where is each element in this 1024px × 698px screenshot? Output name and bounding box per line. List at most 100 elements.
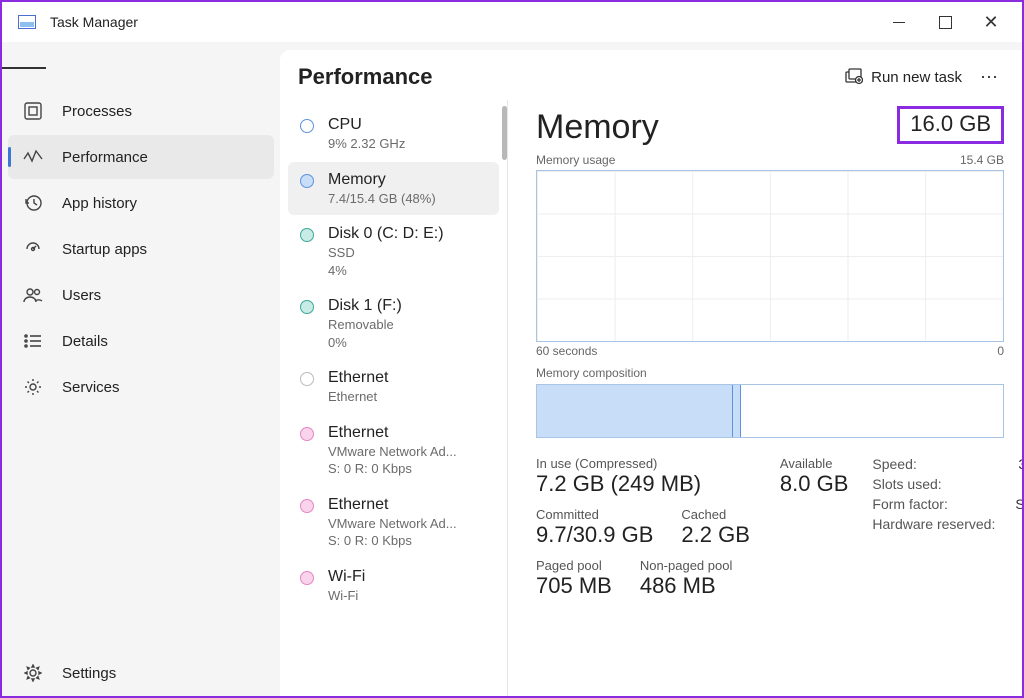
processes-icon xyxy=(22,100,44,122)
perf-sub: 7.4/15.4 GB (48%) xyxy=(328,190,436,208)
perf-sub: VMware Network Ad... S: 0 R: 0 Kbps xyxy=(328,515,457,550)
stat-value: 705 MB xyxy=(536,573,612,599)
details-icon xyxy=(22,330,44,352)
hamburger-button[interactable] xyxy=(2,48,46,88)
info-key: Form factor: xyxy=(872,496,995,512)
stat-label: Committed xyxy=(536,507,653,522)
window-controls: ✕ xyxy=(876,2,1014,42)
perf-sub: Ethernet xyxy=(328,388,388,406)
nav-label: Processes xyxy=(62,103,132,120)
memory-info-grid: Speed: 3200... Slots used: 2 of 2 Form fac… xyxy=(872,456,1022,532)
stat-value: 486 MB xyxy=(640,573,733,599)
axis-left: 60 seconds xyxy=(536,344,597,358)
main-header: Performance Run new task ⋯ xyxy=(280,50,1022,100)
nav-settings[interactable]: Settings xyxy=(8,651,274,695)
nav-label: Settings xyxy=(62,665,116,682)
nav-label: App history xyxy=(62,195,137,212)
users-icon xyxy=(22,284,44,306)
nav-users[interactable]: Users xyxy=(8,273,274,317)
stat-value: 9.7/30.9 GB xyxy=(536,522,653,548)
nav-services[interactable]: Services xyxy=(8,365,274,409)
perf-sub: SSD 4% xyxy=(328,244,444,279)
nav-processes[interactable]: Processes xyxy=(8,89,274,133)
perf-sub: VMware Network Ad... S: 0 R: 0 Kbps xyxy=(328,443,457,478)
perf-title: Ethernet xyxy=(328,423,457,443)
services-icon xyxy=(22,376,44,398)
settings-icon xyxy=(22,662,44,684)
perf-item-memory[interactable]: Memory7.4/15.4 GB (48%) xyxy=(288,162,499,216)
info-key: Hardware reserved: xyxy=(872,516,995,532)
perf-item-cpu[interactable]: CPU9% 2.32 GHz xyxy=(288,107,499,161)
nav-details[interactable]: Details xyxy=(8,319,274,363)
stat-value: 2.2 GB xyxy=(681,522,749,548)
info-val: SODI... xyxy=(1015,496,1022,512)
detail-title: Memory xyxy=(536,108,659,147)
sidebar: Processes Performance App history Startu… xyxy=(2,42,280,696)
run-task-label: Run new task xyxy=(871,69,962,86)
comp-inuse-segment xyxy=(537,385,733,437)
history-icon xyxy=(22,192,44,214)
axis-right: 0 xyxy=(997,344,1004,358)
perf-item-ethernet-2[interactable]: EthernetVMware Network Ad... S: 0 R: 0 K… xyxy=(288,487,499,558)
info-val: 2 of 2 xyxy=(1015,476,1022,492)
page-title: Performance xyxy=(298,64,433,90)
window-title: Task Manager xyxy=(50,14,138,30)
net-indicator-icon xyxy=(300,571,314,585)
usage-max: 15.4 GB xyxy=(960,153,1004,167)
disk-indicator-icon xyxy=(300,228,314,242)
detail-pane: Memory 16.0 GB Memory usage 15.4 GB 60 s… xyxy=(508,100,1022,696)
perf-title: Disk 1 (F:) xyxy=(328,296,402,316)
info-key: Speed: xyxy=(872,456,995,472)
perf-item-disk1[interactable]: Disk 1 (F:)Removable 0% xyxy=(288,288,499,359)
stat-label: Non-paged pool xyxy=(640,558,733,573)
minimize-button[interactable] xyxy=(876,2,922,42)
disk-indicator-icon xyxy=(300,300,314,314)
stat-label: Paged pool xyxy=(536,558,612,573)
comp-label: Memory composition xyxy=(536,366,647,380)
stat-value: 8.0 GB xyxy=(780,471,848,497)
nav-startup-apps[interactable]: Startup apps xyxy=(8,227,274,271)
stat-label: Cached xyxy=(681,507,749,522)
stat-label: Available xyxy=(780,456,848,471)
cpu-indicator-icon xyxy=(300,119,314,133)
perf-item-ethernet-1[interactable]: EthernetVMware Network Ad... S: 0 R: 0 K… xyxy=(288,415,499,486)
memory-stats: In use (Compressed) 7.2 GB (249 MB) Comm… xyxy=(536,456,1004,609)
comp-standby-segment xyxy=(741,385,1003,437)
nav-label: Users xyxy=(62,287,101,304)
nav-label: Performance xyxy=(62,149,148,166)
perf-title: Ethernet xyxy=(328,495,457,515)
performance-icon xyxy=(22,146,44,168)
perf-title: CPU xyxy=(328,115,405,135)
perf-item-ethernet-0[interactable]: EthernetEthernet xyxy=(288,360,499,414)
info-val: 3200... xyxy=(1015,456,1022,472)
perf-item-wifi[interactable]: Wi-FiWi-Fi xyxy=(288,559,499,613)
usage-label: Memory usage xyxy=(536,153,615,167)
info-key: Slots used: xyxy=(872,476,995,492)
nav-label: Startup apps xyxy=(62,241,147,258)
perf-title: Disk 0 (C: D: E:) xyxy=(328,224,444,244)
more-button[interactable]: ⋯ xyxy=(980,67,1000,88)
perf-sub: 9% 2.32 GHz xyxy=(328,135,405,153)
run-new-task-button[interactable]: Run new task xyxy=(845,68,962,86)
stat-label: In use (Compressed) xyxy=(536,456,750,471)
perf-title: Wi-Fi xyxy=(328,567,365,587)
title-bar: Task Manager ✕ xyxy=(2,2,1022,42)
startup-icon xyxy=(22,238,44,260)
net-indicator-icon xyxy=(300,499,314,513)
perf-title: Ethernet xyxy=(328,368,388,388)
perf-item-disk0[interactable]: Disk 0 (C: D: E:)SSD 4% xyxy=(288,216,499,287)
memory-total-highlight: 16.0 GB xyxy=(897,106,1004,144)
nav-performance[interactable]: Performance xyxy=(8,135,274,179)
perf-sub: Removable 0% xyxy=(328,316,402,351)
memory-indicator-icon xyxy=(300,174,314,188)
nav-app-history[interactable]: App history xyxy=(8,181,274,225)
nav-label: Details xyxy=(62,333,108,350)
main-panel: Performance Run new task ⋯ CPU9% 2.32 GH… xyxy=(280,50,1022,696)
close-button[interactable]: ✕ xyxy=(968,2,1014,42)
perf-sub: Wi-Fi xyxy=(328,587,365,605)
stat-value: 7.2 GB (249 MB) xyxy=(536,471,750,497)
performance-list[interactable]: CPU9% 2.32 GHz Memory7.4/15.4 GB (48%) D… xyxy=(280,100,508,696)
maximize-button[interactable] xyxy=(922,2,968,42)
memory-composition-chart xyxy=(536,384,1004,438)
nav-label: Services xyxy=(62,379,120,396)
